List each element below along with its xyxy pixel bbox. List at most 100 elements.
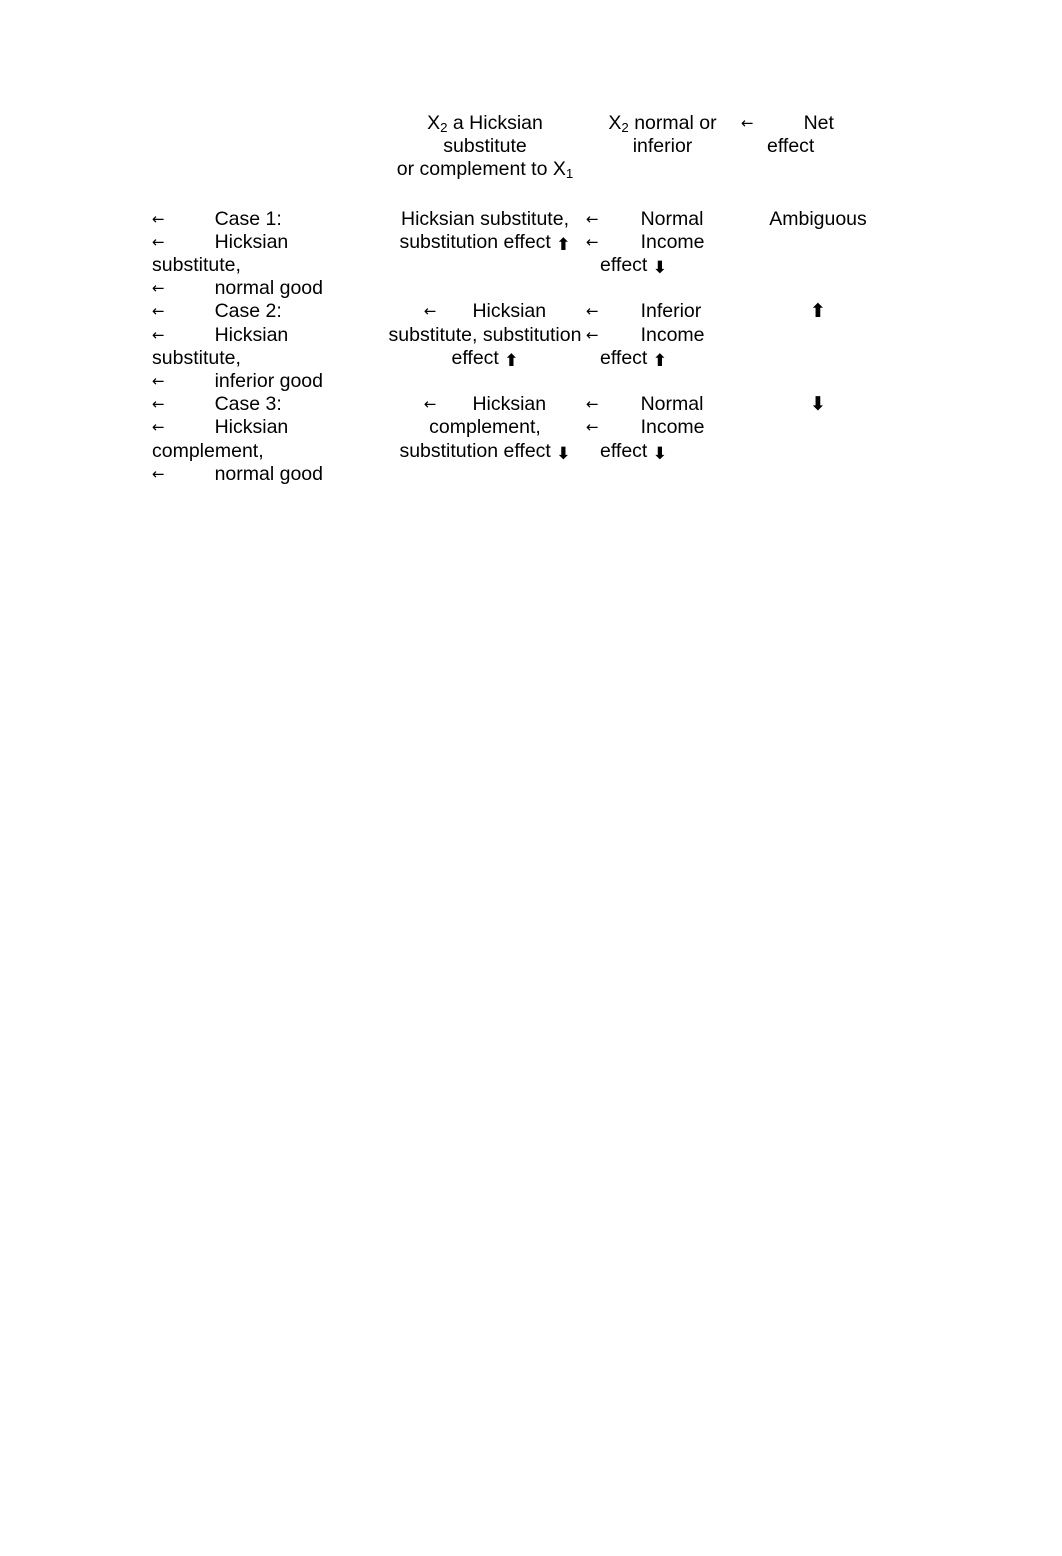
net-effect-arrow-up-icon: ⬆ xyxy=(810,300,826,323)
row3-case-line2: ← Hicksian xyxy=(152,416,384,439)
row3-cell-case: ← Case 3: ← Hicksian complement, ← normal g… xyxy=(152,393,384,486)
row3-case-label: Case 3: xyxy=(214,393,282,416)
arrow-down-icon: ⬇ xyxy=(652,258,668,279)
row1-hicksian-effect-label: substitution effect xyxy=(399,230,551,253)
row2-hicksian-label: Hicksian xyxy=(472,300,547,323)
row1-cell-normal: ← Normal ← Income effect ⬇ xyxy=(586,208,739,301)
row2-case-line3: substitute, xyxy=(152,346,241,369)
row3-cell-hicksian: ← Hicksian complement, substitution effec… xyxy=(384,393,586,486)
header-hicksian-line1: X2 a Hicksian substitute xyxy=(384,112,586,158)
row2-case-line2: ← Hicksian xyxy=(152,324,384,347)
row2-case-good: inferior good xyxy=(214,370,323,393)
row1-income-label: Income xyxy=(640,230,705,253)
row2-hicksian-effect-label: effect xyxy=(451,346,499,369)
header-normal-x-pre: X xyxy=(608,112,622,134)
left-arrow-marker-icon: ← xyxy=(586,325,599,344)
row1-effect-label: effect xyxy=(600,254,648,277)
arrow-up-icon: ⬆ xyxy=(652,350,668,371)
row3-case-line4: ← normal good xyxy=(152,463,384,486)
left-arrow-marker-icon: ← xyxy=(152,232,165,251)
row3-cell-net: ⬇ xyxy=(739,393,897,486)
header-hicksian-l2-pre: or complement to X xyxy=(396,158,566,181)
row2-cell-net: ⬆ xyxy=(739,300,897,393)
row3-hicksian-line1: ← Hicksian xyxy=(384,393,586,416)
row3-normal-line2: ← Income xyxy=(586,416,739,439)
left-arrow-marker-icon: ← xyxy=(423,395,437,414)
row1-normal-line1: ← Normal xyxy=(586,208,739,231)
row3-normal-label: Normal xyxy=(640,393,704,416)
row1-cell-case: ← Case 1: ← Hicksian substitute, ← normal g… xyxy=(152,208,384,301)
row3-case-line3: complement, xyxy=(152,439,264,462)
row2-case-type: Hicksian xyxy=(214,323,289,346)
table-row: ← Case 2: ← Hicksian substitute, ← inferior… xyxy=(152,300,897,393)
row3-normal-line1: ← Normal xyxy=(586,393,739,416)
left-arrow-marker-icon: ← xyxy=(586,395,599,414)
row1-hicksian-line1: Hicksian substitute, xyxy=(401,207,569,230)
arrow-up-icon: ⬆ xyxy=(504,350,519,371)
arrow-down-icon: ⬇ xyxy=(652,443,668,464)
left-arrow-marker-icon: ← xyxy=(152,464,165,483)
row2-hicksian-line1: ← Hicksian xyxy=(384,300,586,323)
left-arrow-marker-icon: ← xyxy=(152,418,165,437)
header-cell-net: ← Net effect xyxy=(739,112,897,208)
left-arrow-marker-icon: ← xyxy=(586,418,599,437)
row2-normal-line1: ← Inferior xyxy=(586,300,739,323)
row1-case-line4: ← normal good xyxy=(152,277,384,300)
left-arrow-marker-icon: ← xyxy=(152,395,165,414)
row1-case-label: Case 1: xyxy=(214,207,282,230)
row3-cell-normal: ← Normal ← Income effect ⬇ xyxy=(586,393,739,486)
row3-hicksian-line3: substitution effect ⬇ xyxy=(384,440,586,463)
row3-case-good: normal good xyxy=(214,462,323,485)
row2-case-label: Case 2: xyxy=(214,300,282,323)
header-net-line2: effect xyxy=(767,135,815,158)
row3-income-label: Income xyxy=(640,416,705,439)
row1-cell-hicksian: Hicksian substitute, substitution effect… xyxy=(384,208,586,301)
row2-cell-case: ← Case 2: ← Hicksian substitute, ← inferior… xyxy=(152,300,384,393)
row1-case-type: Hicksian xyxy=(214,230,289,253)
document-page: X2 a Hicksian substitute or complement t… xyxy=(0,0,1062,1556)
comparison-table: X2 a Hicksian substitute or complement t… xyxy=(152,112,897,486)
header-cell-case xyxy=(152,112,384,208)
row3-effect-label: effect xyxy=(600,439,648,462)
arrow-down-icon: ⬇ xyxy=(556,443,571,464)
row1-case-good: normal good xyxy=(214,277,323,300)
header-normal-line2: inferior xyxy=(632,135,693,158)
header-hicksian-x-post: a Hicksian substitute xyxy=(443,112,543,158)
row2-cell-hicksian: ← Hicksian substitute, substitution effec… xyxy=(384,300,586,393)
header-normal-x-post: normal or xyxy=(628,112,717,134)
row2-income-label: Income xyxy=(640,323,705,346)
row1-case-line2: ← Hicksian xyxy=(152,231,384,254)
row3-hicksian-effect-label: substitution effect xyxy=(399,439,551,462)
left-arrow-marker-icon: ← xyxy=(152,325,165,344)
left-arrow-marker-icon: ← xyxy=(152,302,165,321)
row3-hicksian-label: Hicksian xyxy=(472,393,547,416)
row2-normal-line3: effect ⬆ xyxy=(586,347,739,370)
arrow-up-icon: ⬆ xyxy=(556,234,571,255)
header-normal-line1: X2 normal or xyxy=(586,112,739,135)
left-arrow-marker-icon: ← xyxy=(152,279,165,298)
header-hicksian-line2: or complement to X1 xyxy=(384,158,586,181)
row1-normal-line3: effect ⬇ xyxy=(586,254,739,277)
row2-cell-normal: ← Inferior ← Income effect ⬆ xyxy=(586,300,739,393)
row2-effect-label: effect xyxy=(600,346,648,369)
row1-hicksian-line2: substitution effect ⬆ xyxy=(384,231,586,254)
row3-case-line1: ← Case 3: xyxy=(152,393,384,416)
row1-normal-line2: ← Income xyxy=(586,231,739,254)
header-normal-x-sub: 2 xyxy=(621,119,629,135)
header-net-label: Net xyxy=(803,112,834,134)
header-hicksian-x-pre: X xyxy=(427,112,441,134)
table-header-row: X2 a Hicksian substitute or complement t… xyxy=(152,112,897,208)
row3-normal-line3: effect ⬇ xyxy=(586,440,739,463)
left-arrow-marker-icon: ← xyxy=(586,209,599,228)
header-cell-normal: X2 normal or inferior xyxy=(586,112,739,208)
row2-hicksian-line3: effect ⬆ xyxy=(384,347,586,370)
table-row: ← Case 3: ← Hicksian complement, ← normal g… xyxy=(152,393,897,486)
row2-normal-line2: ← Income xyxy=(586,324,739,347)
left-arrow-marker-icon: ← xyxy=(423,302,437,321)
row2-case-line4: ← inferior good xyxy=(152,370,384,393)
left-arrow-marker-icon: ← xyxy=(586,302,599,321)
left-arrow-marker-icon: ← xyxy=(152,209,165,228)
left-arrow-marker-icon: ← xyxy=(586,232,599,251)
row3-case-type: Hicksian xyxy=(214,416,289,439)
header-hicksian-l2-sub: 1 xyxy=(565,166,574,182)
